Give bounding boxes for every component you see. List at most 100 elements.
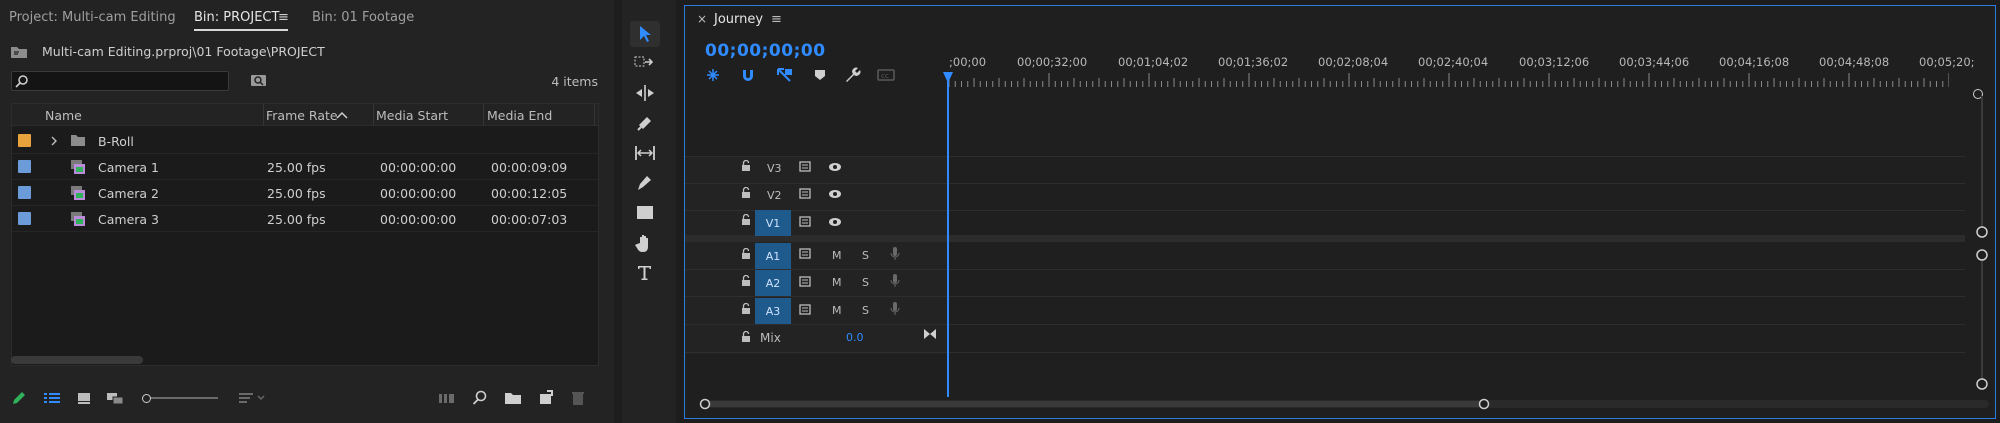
label-color-swatch[interactable]	[18, 186, 31, 199]
solo-track-button[interactable]: S	[862, 304, 869, 317]
track-select-forward-tool[interactable]	[630, 50, 660, 76]
nest-icon[interactable]	[705, 67, 721, 83]
new-bin-icon[interactable]	[504, 390, 522, 406]
new-item-icon[interactable]	[538, 390, 554, 406]
mute-track-button[interactable]: M	[832, 276, 842, 289]
linked-selection-icon[interactable]	[776, 67, 794, 83]
bin-row-camera-1[interactable]: Camera 1 25.00 fps 00:00:00:00 00:00:09:…	[12, 154, 598, 180]
razor-tool[interactable]	[630, 110, 660, 136]
toggle-sync-lock-icon[interactable]	[799, 304, 813, 315]
eye-icon[interactable]	[828, 189, 842, 199]
column-header-media-end[interactable]: Media End	[487, 108, 552, 123]
zoom-slider-handle[interactable]	[142, 394, 151, 403]
mix-volume-value[interactable]: 0.0	[846, 331, 864, 344]
video-audio-divider[interactable]	[685, 235, 1965, 242]
lock-icon[interactable]	[741, 187, 751, 199]
sequence-menu-icon[interactable]: ≡	[771, 12, 782, 27]
list-view-icon[interactable]	[43, 390, 61, 406]
eye-icon[interactable]	[828, 217, 842, 227]
label-color-swatch[interactable]	[18, 134, 31, 147]
column-header-frame-rate[interactable]: Frame Rate	[266, 108, 338, 123]
toggle-sync-lock-icon[interactable]	[799, 216, 813, 227]
rectangle-tool[interactable]	[630, 200, 660, 226]
timeline-horizontal-scrollbar[interactable]	[699, 398, 1993, 410]
tab-bin-01-footage[interactable]: Bin: 01 Footage	[312, 10, 414, 25]
trash-icon[interactable]	[571, 390, 585, 406]
bin-row-camera-2[interactable]: Camera 2 25.00 fps 00:00:00:00 00:00:12:…	[12, 180, 598, 206]
column-divider[interactable]	[483, 104, 484, 126]
zoom-slider[interactable]	[142, 394, 220, 403]
search-field[interactable]	[11, 71, 229, 91]
solo-track-button[interactable]: S	[862, 249, 869, 262]
eye-icon[interactable]	[828, 162, 842, 172]
sort-ascending-icon[interactable]	[336, 110, 348, 120]
label-color-swatch[interactable]	[18, 160, 31, 173]
playhead-timecode[interactable]: 00;00;00;00	[705, 41, 826, 61]
mute-track-button[interactable]: M	[832, 249, 842, 262]
column-header-name[interactable]: Name	[45, 108, 82, 123]
lock-icon[interactable]	[741, 160, 751, 172]
captions-icon[interactable]: cc	[877, 68, 895, 82]
search-input[interactable]	[32, 73, 222, 89]
list-horizontal-scrollbar[interactable]	[11, 356, 143, 364]
pen-tool[interactable]	[630, 170, 660, 196]
item-name: Camera 3	[98, 212, 159, 227]
freeform-view-icon[interactable]	[106, 390, 128, 406]
icon-view-icon[interactable]	[76, 390, 92, 406]
toggle-sync-lock-icon[interactable]	[799, 161, 813, 172]
bin-list: Name Frame Rate Media Start Media End B-…	[11, 103, 599, 366]
sequence-tab-journey[interactable]: Journey	[714, 12, 763, 27]
tab-bin-project[interactable]: Bin: PROJECT	[194, 10, 279, 25]
lock-icon[interactable]	[741, 214, 751, 226]
lock-icon[interactable]	[741, 275, 751, 287]
track-vertical-scrollbar[interactable]	[1975, 91, 1989, 391]
chevron-right-icon[interactable]	[50, 136, 58, 146]
item-frame-rate: 25.00 fps	[267, 212, 326, 227]
bin-menu-icon[interactable]: ≡	[278, 10, 289, 25]
time-ruler[interactable]	[949, 73, 1949, 87]
column-divider[interactable]	[263, 104, 264, 126]
new-search-bin-icon[interactable]	[250, 73, 268, 88]
bin-folder-icon[interactable]	[10, 45, 28, 59]
column-header-media-start[interactable]: Media Start	[376, 108, 448, 123]
sort-icon[interactable]	[238, 390, 270, 406]
toggle-sync-lock-icon[interactable]	[799, 248, 813, 259]
mix-pan-icon[interactable]	[923, 327, 937, 341]
find-icon[interactable]	[472, 390, 488, 406]
wrench-icon[interactable]	[843, 66, 861, 84]
snap-magnet-icon[interactable]	[740, 67, 756, 83]
slip-tool[interactable]	[630, 140, 660, 166]
microphone-icon[interactable]	[890, 273, 900, 289]
track-target-a2[interactable]: A2	[755, 270, 791, 296]
column-divider[interactable]	[594, 104, 595, 126]
toggle-sync-lock-icon[interactable]	[799, 188, 813, 199]
close-sequence-icon[interactable]: ×	[697, 12, 707, 26]
lock-icon[interactable]	[741, 248, 751, 260]
mute-track-button[interactable]: M	[832, 304, 842, 317]
lock-icon[interactable]	[741, 331, 751, 343]
track-name-v3[interactable]: V3	[767, 162, 782, 175]
playhead-line[interactable]	[947, 72, 949, 397]
type-tool[interactable]	[630, 260, 660, 286]
selection-tool[interactable]	[630, 21, 660, 47]
bin-row-camera-3[interactable]: Camera 3 25.00 fps 00:00:00:00 00:00:07:…	[12, 206, 598, 232]
track-name-v2[interactable]: V2	[767, 189, 782, 202]
add-marker-icon[interactable]	[813, 68, 827, 82]
track-target-a3[interactable]: A3	[755, 298, 791, 324]
toggle-sync-lock-icon[interactable]	[799, 276, 813, 287]
hand-tool[interactable]	[630, 230, 660, 256]
microphone-icon[interactable]	[890, 301, 900, 317]
track-target-v1[interactable]: V1	[755, 210, 791, 236]
solo-track-button[interactable]: S	[862, 276, 869, 289]
microphone-icon[interactable]	[890, 246, 900, 262]
track-target-a1[interactable]: A1	[755, 243, 791, 269]
lock-icon[interactable]	[741, 303, 751, 315]
folder-icon	[71, 135, 85, 146]
pencil-icon[interactable]	[11, 390, 27, 406]
tab-project[interactable]: Project: Multi-cam Editing	[9, 10, 176, 25]
label-color-swatch[interactable]	[18, 212, 31, 225]
column-divider[interactable]	[373, 104, 374, 126]
ripple-edit-tool[interactable]	[630, 80, 660, 106]
bin-row-b-roll[interactable]: B-Roll	[12, 128, 598, 154]
automate-to-sequence-icon[interactable]	[438, 390, 456, 406]
